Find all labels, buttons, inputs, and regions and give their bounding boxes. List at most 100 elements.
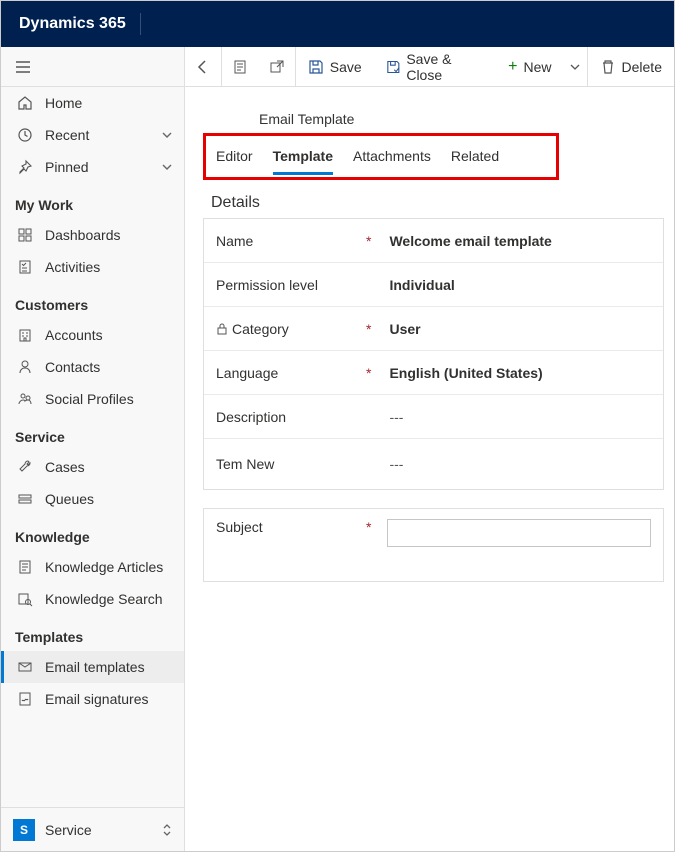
article-icon	[17, 559, 33, 575]
nav-dashboards[interactable]: Dashboards	[1, 219, 184, 251]
nav-recent[interactable]: Recent	[1, 119, 184, 151]
content: Email Template Editor Template Attachmen…	[185, 87, 674, 582]
area-updown-icon	[162, 823, 172, 837]
popout-icon	[269, 59, 285, 75]
cmd-icon-1[interactable]	[222, 47, 259, 87]
nav-queues[interactable]: Queues	[1, 483, 184, 515]
save-close-icon	[386, 59, 401, 75]
field-temnew[interactable]: Tem New * ---	[204, 439, 663, 489]
record-tabs: Editor Template Attachments Related	[216, 142, 546, 175]
nav-label: Social Profiles	[45, 391, 134, 407]
save-button[interactable]: Save	[296, 47, 374, 87]
field-name[interactable]: Name * Welcome email template	[204, 219, 663, 263]
clock-icon	[17, 127, 33, 143]
tabs-highlight-box: Editor Template Attachments Related	[203, 133, 559, 180]
nav-accounts[interactable]: Accounts	[1, 319, 184, 351]
app-header: Dynamics 365	[1, 1, 674, 47]
nav-label: Knowledge Articles	[45, 559, 163, 575]
field-value: ---	[389, 409, 651, 425]
nav-label: Recent	[45, 127, 89, 143]
field-description[interactable]: Description * ---	[204, 395, 663, 439]
field-label: Tem New	[216, 456, 366, 472]
nav-label: Dashboards	[45, 227, 121, 243]
new-label: New	[523, 59, 551, 75]
nav-cases[interactable]: Cases	[1, 451, 184, 483]
section-details-title: Details	[211, 194, 664, 212]
dashboard-icon	[17, 227, 33, 243]
nav-label: Contacts	[45, 359, 100, 375]
area-label: Service	[45, 822, 92, 838]
save-icon	[308, 59, 324, 75]
save-close-button[interactable]: Save & Close	[374, 47, 496, 87]
command-bar: Save Save & Close + New Delete	[185, 47, 674, 87]
field-value: Welcome email template	[389, 233, 651, 249]
book-search-icon	[17, 591, 33, 607]
nav-knowledge-articles[interactable]: Knowledge Articles	[1, 551, 184, 583]
field-value: Individual	[389, 277, 651, 293]
field-label: Name	[216, 233, 366, 249]
signature-icon	[17, 691, 33, 707]
nav-scroll: Home Recent Pinned My Work Dashboards Ac…	[1, 87, 184, 807]
app-name: Dynamics 365	[19, 15, 126, 33]
delete-button[interactable]: Delete	[588, 47, 674, 87]
field-label-text: Category	[232, 321, 289, 337]
nav-pinned[interactable]: Pinned	[1, 151, 184, 183]
new-dropdown[interactable]	[563, 47, 587, 87]
nav-home[interactable]: Home	[1, 87, 184, 119]
nav-label: Email signatures	[45, 691, 149, 707]
chevron-down-icon	[162, 130, 172, 140]
field-category[interactable]: Category * User	[204, 307, 663, 351]
save-close-label: Save & Close	[406, 51, 484, 83]
activities-icon	[17, 259, 33, 275]
field-value: English (United States)	[389, 365, 651, 381]
required-indicator: *	[366, 519, 371, 535]
back-button[interactable]	[185, 47, 222, 87]
entity-label: Email Template	[259, 111, 664, 127]
nav-label: Activities	[45, 259, 100, 275]
section-service: Service	[1, 415, 184, 451]
subject-input[interactable]	[387, 519, 651, 547]
cmd-icon-2[interactable]	[259, 47, 296, 87]
social-icon	[17, 391, 33, 407]
field-permission[interactable]: Permission level * Individual	[204, 263, 663, 307]
required-indicator: *	[366, 321, 371, 337]
tab-related[interactable]: Related	[451, 142, 499, 175]
tab-template[interactable]: Template	[273, 142, 333, 175]
nav-contacts[interactable]: Contacts	[1, 351, 184, 383]
sidebar: Home Recent Pinned My Work Dashboards Ac…	[1, 47, 185, 851]
hamburger-icon	[15, 59, 31, 75]
home-icon	[17, 95, 33, 111]
nav-label: Queues	[45, 491, 94, 507]
new-button[interactable]: + New	[496, 47, 563, 87]
subject-section: Subject *	[203, 508, 664, 582]
field-value: ---	[389, 456, 651, 472]
nav-label: Home	[45, 95, 82, 111]
section-my-work: My Work	[1, 183, 184, 219]
nav-social-profiles[interactable]: Social Profiles	[1, 383, 184, 415]
plus-icon: +	[508, 58, 517, 76]
nav-activities[interactable]: Activities	[1, 251, 184, 283]
section-customers: Customers	[1, 283, 184, 319]
pin-icon	[17, 159, 33, 175]
nav-email-signatures[interactable]: Email signatures	[1, 683, 184, 715]
section-knowledge: Knowledge	[1, 515, 184, 551]
tab-editor[interactable]: Editor	[216, 142, 253, 175]
area-switcher[interactable]: S Service	[1, 807, 184, 851]
lock-icon	[216, 323, 228, 335]
page-icon	[232, 59, 248, 75]
subject-label: Subject	[216, 519, 356, 535]
field-label: Permission level	[216, 277, 366, 293]
required-indicator: *	[366, 233, 371, 249]
delete-label: Delete	[622, 59, 662, 75]
tab-attachments[interactable]: Attachments	[353, 142, 431, 175]
nav-knowledge-search[interactable]: Knowledge Search	[1, 583, 184, 615]
sitemap-toggle[interactable]	[1, 47, 184, 87]
header-divider	[140, 13, 141, 35]
required-indicator: *	[366, 365, 371, 381]
nav-email-templates[interactable]: Email templates	[1, 651, 184, 683]
field-language[interactable]: Language * English (United States)	[204, 351, 663, 395]
field-label: Category	[216, 321, 366, 337]
wrench-icon	[17, 459, 33, 475]
field-label: Description	[216, 409, 366, 425]
email-template-icon	[17, 659, 33, 675]
